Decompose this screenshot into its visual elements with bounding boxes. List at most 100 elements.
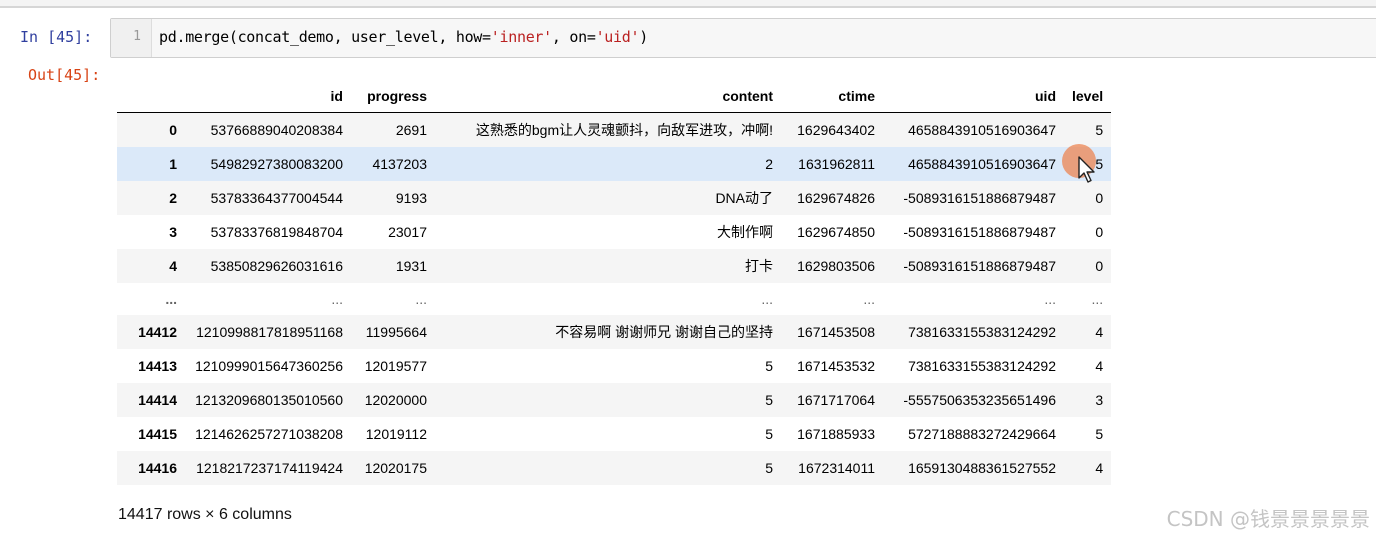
cell-progress: 1931 xyxy=(395,258,427,274)
table-row: 14413 1210999015647360256 12019577 5 167… xyxy=(117,349,1111,383)
dataframe-shape-info: 14417 rows × 6 columns xyxy=(118,506,292,523)
cell-ctime: 1629674850 xyxy=(797,224,875,240)
cell-progress: 9193 xyxy=(395,190,427,206)
row-index: 14413 xyxy=(138,358,177,374)
cell-progress: 12019112 xyxy=(365,426,427,442)
code-string-token: 'uid' xyxy=(595,28,640,46)
row-index: 2 xyxy=(169,190,177,206)
cell-content: 5 xyxy=(765,392,773,408)
cell-content: DNA动了 xyxy=(715,190,773,206)
cell-id: 53783376819848704 xyxy=(210,224,343,240)
table-header-row: id progress content ctime uid level xyxy=(117,80,1112,113)
row-index: 1 xyxy=(169,156,177,172)
cell-id: 1213209680135010560 xyxy=(195,392,343,408)
cell-level: 0 xyxy=(1095,224,1104,240)
cell-id: 1210998817818951168 xyxy=(196,324,343,340)
cell-content: 5 xyxy=(765,426,773,442)
cell-content: 打卡 xyxy=(745,258,773,274)
cell-progress: 2691 xyxy=(395,122,427,138)
cell-progress: ... xyxy=(415,291,427,307)
cell-id: 1218217237174119424 xyxy=(196,460,343,476)
table-row-highlighted: 1 54982927380083200 4137203 2 1631962811… xyxy=(117,147,1112,181)
cell-ctime: 1671453508 xyxy=(797,324,875,340)
table-row: 2 53783364377004544 9193 DNA动了 162967482… xyxy=(117,181,1112,215)
input-prompt: In [45]: xyxy=(20,28,93,46)
line-gutter: 1 xyxy=(111,19,152,57)
cell-level: 5 xyxy=(1095,426,1104,442)
cell-uid: 1659130488361527552 xyxy=(908,460,1056,476)
cell-ctime: 1671717064 xyxy=(797,392,875,408)
cell-ctime: ... xyxy=(863,291,875,307)
cell-uid: -5089316151886879487 xyxy=(903,224,1056,240)
column-header-content: content xyxy=(435,80,781,113)
cell-uid: 4658843910516903647 xyxy=(908,122,1056,138)
cell-id: ... xyxy=(331,291,343,307)
cell-level: 0 xyxy=(1095,258,1104,274)
column-header-level: level xyxy=(1064,80,1112,113)
cell-level: 4 xyxy=(1095,460,1104,476)
cell-ctime: 1629674826 xyxy=(797,190,875,206)
row-index: 14415 xyxy=(138,426,177,442)
table-row: 3 53783376819848704 23017 大制作啊 162967485… xyxy=(117,215,1111,249)
cell-level: 4 xyxy=(1095,324,1104,340)
cell-level: 3 xyxy=(1095,392,1104,408)
cell-content: 大制作啊 xyxy=(717,224,773,240)
cell-ctime: 1631962811 xyxy=(798,156,875,172)
column-header-ctime: ctime xyxy=(781,80,883,113)
cell-content: 不容易啊 谢谢师兄 谢谢自己的坚持 xyxy=(555,324,773,340)
cell-ctime: 1671885933 xyxy=(797,426,875,442)
table-row-ellipsis: ... ... ... ... ... ... ... xyxy=(117,283,1111,315)
dataframe-table: id progress content ctime uid level 0 53… xyxy=(117,80,1112,485)
cell-uid: 7381633155383124292 xyxy=(908,324,1056,340)
table-row: 14412 1210998817818951168 11995664 不容易啊 … xyxy=(117,315,1112,349)
table-row: 14414 1213209680135010560 12020000 5 167… xyxy=(117,383,1112,417)
code-cell-editor[interactable]: 1 pd.merge(concat_demo, user_level, how=… xyxy=(110,18,1376,58)
row-index: ... xyxy=(165,291,177,307)
cell-id: 53850829626031616 xyxy=(210,258,343,274)
watermark: CSDN @钱景景景景景 xyxy=(1166,507,1370,531)
table-row: 4 53850829626031616 1931 打卡 1629803506 -… xyxy=(117,249,1112,283)
cell-uid: -5089316151886879487 xyxy=(903,258,1056,274)
index-header xyxy=(117,80,185,113)
cell-ctime: 1671453532 xyxy=(797,358,875,374)
column-header-id: id xyxy=(185,80,351,113)
cell-ctime: 1672314011 xyxy=(798,460,875,476)
cell-progress: 11995664 xyxy=(365,324,427,340)
cell-content: 5 xyxy=(765,460,773,476)
cell-uid: -5089316151886879487 xyxy=(903,190,1056,206)
cell-ctime: 1629643402 xyxy=(797,122,875,138)
column-header-uid: uid xyxy=(883,80,1064,113)
cell-id: 54982927380083200 xyxy=(210,156,343,172)
table-row: 14416 1218217237174119424 12020175 5 167… xyxy=(117,451,1112,485)
output-prompt: Out[45]: xyxy=(28,66,101,84)
cell-id: 1214626257271038208 xyxy=(195,426,343,442)
code-token: ) xyxy=(639,28,648,46)
code-line[interactable]: pd.merge(concat_demo, user_level, how='i… xyxy=(159,28,648,46)
cell-id: 53766889040208384 xyxy=(210,122,343,138)
cell-level: 0 xyxy=(1095,190,1104,206)
cell-uid: ... xyxy=(1044,291,1056,307)
cell-progress: 4137203 xyxy=(372,156,427,172)
table-row: 14415 1214626257271038208 12019112 5 167… xyxy=(117,417,1111,451)
mouse-pointer-icon xyxy=(1078,156,1095,183)
row-index: 3 xyxy=(169,224,177,240)
cell-progress: 23017 xyxy=(388,224,427,240)
cell-id: 53783364377004544 xyxy=(210,190,343,206)
row-index: 4 xyxy=(169,258,177,274)
cell-content: 5 xyxy=(765,358,773,374)
code-token: , on= xyxy=(551,28,596,46)
notebook-top-edge xyxy=(0,0,1376,8)
cell-content: ... xyxy=(761,291,773,307)
cell-uid: 5727188883272429664 xyxy=(908,426,1056,442)
cell-progress: 12019577 xyxy=(364,358,427,374)
cell-level: ... xyxy=(1091,291,1104,307)
code-string-token: 'inner' xyxy=(490,28,552,46)
column-header-progress: progress xyxy=(351,80,435,113)
cell-progress: 12020000 xyxy=(364,392,427,408)
cell-uid: 4658843910516903647 xyxy=(908,156,1056,172)
cell-id: 1210999015647360256 xyxy=(195,358,343,374)
cell-uid: -5557506353235651496 xyxy=(903,392,1056,408)
code-token: pd.merge(concat_demo, user_level, how= xyxy=(159,28,491,46)
row-index: 14416 xyxy=(138,460,177,476)
row-index: 14412 xyxy=(138,324,177,340)
